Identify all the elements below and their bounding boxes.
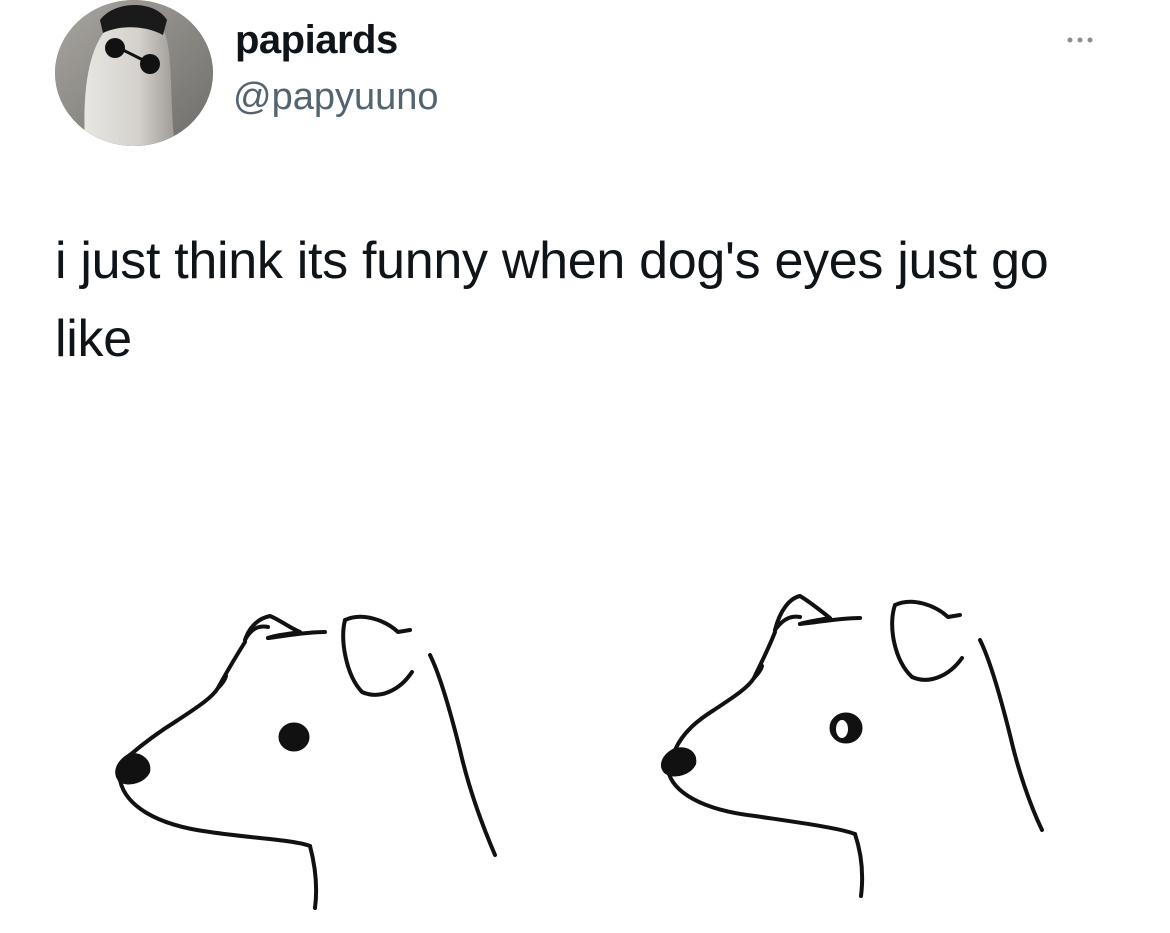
dog-drawing-right xyxy=(650,580,1070,915)
user-handle[interactable]: @papyuuno xyxy=(233,76,439,119)
display-name[interactable]: papiards xyxy=(235,18,398,63)
more-horizontal-icon xyxy=(1067,37,1093,43)
tweet-card: papiards @papyuuno i just think its funn… xyxy=(0,0,1170,933)
dog-drawing-left xyxy=(100,580,520,915)
avatar[interactable] xyxy=(55,0,213,146)
ghost-avatar-icon xyxy=(55,0,213,146)
tweet-media[interactable] xyxy=(0,560,1170,933)
tweet-text: i just think its funny when dog's eyes j… xyxy=(55,232,1049,368)
more-button[interactable] xyxy=(1062,28,1106,52)
